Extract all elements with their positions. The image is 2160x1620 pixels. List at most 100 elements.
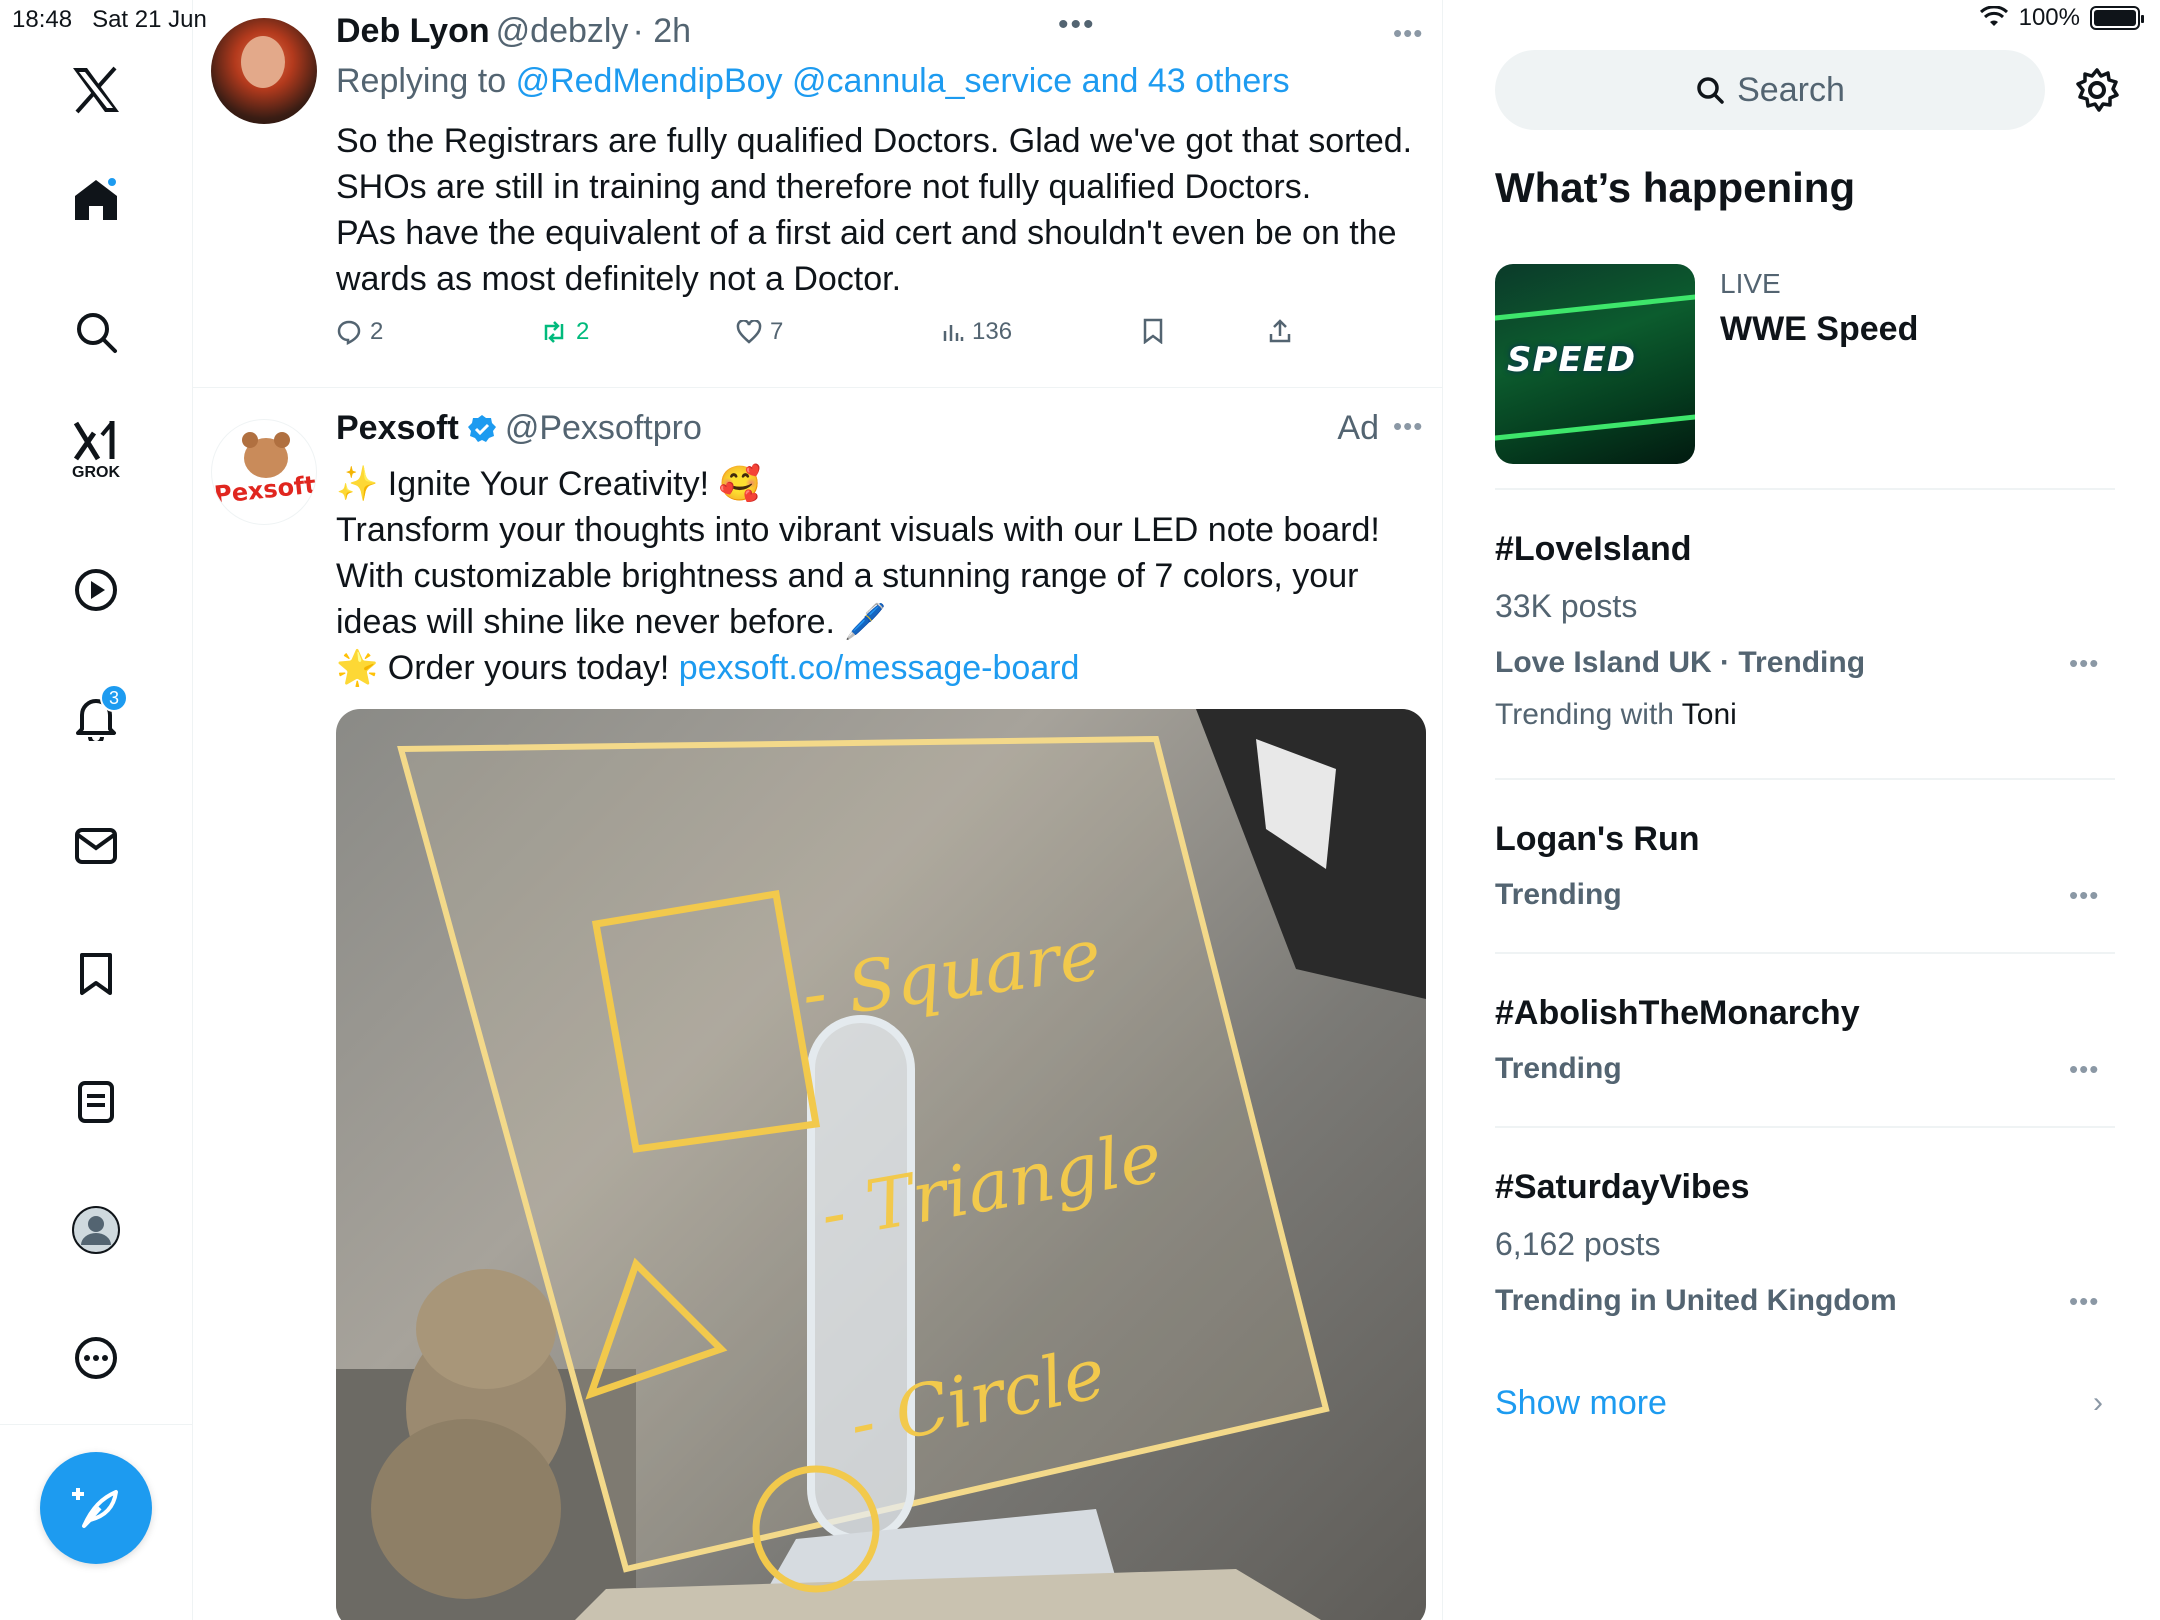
bear-mascot-icon (242, 432, 290, 478)
lists-icon[interactable] (66, 1072, 126, 1132)
grok-label: GROK (72, 464, 120, 481)
author-handle[interactable]: @debzly (496, 12, 629, 50)
gear-icon[interactable] (2073, 66, 2121, 114)
home-unread-dot (106, 176, 118, 188)
wwe-speed-logo: SPEED (1507, 340, 1637, 380)
pexsoft-logo: Pexsoft (212, 470, 317, 510)
tweet-time: · 2h (632, 12, 692, 50)
heart-icon (736, 320, 762, 344)
ad-label: Ad (1337, 409, 1379, 447)
tweet-text-line: ✨ Ignite Your Creativity! 🥰 (336, 465, 761, 503)
tweet-text-line: With customizable brightness and a stunn… (336, 557, 1359, 595)
trend-meta: Love Island UK · Trending (1495, 646, 1866, 679)
live-event-title[interactable]: WWE Speed (1720, 310, 1918, 349)
compose-feather-icon (72, 1488, 118, 1528)
wwe-speed-thumbnail[interactable]: SPEED (1495, 264, 1695, 464)
trend-meta: Trending (1495, 878, 1622, 911)
search-icon (1697, 77, 1724, 104)
bookmark-button[interactable] (1142, 318, 1164, 344)
bookmark-icon (1143, 318, 1163, 344)
tweet-header: Deb Lyon @debzly · 2h (336, 12, 691, 51)
trend-post-count: 6,162 posts (1495, 1226, 1661, 1262)
trend-more-icon[interactable]: ••• (2069, 1054, 2099, 1085)
home-icon[interactable] (66, 170, 126, 230)
trend-title[interactable]: #SaturdayVibes (1495, 1168, 1750, 1207)
search-bar[interactable]: Search (1495, 50, 2045, 130)
tweet-header: Pexsoft @Pexsoftpro (336, 409, 702, 448)
tweet-text: ✨ Ignite Your Creativity! 🥰 Transform yo… (336, 461, 1436, 691)
repost-count: 2 (576, 318, 590, 345)
replying-to-users[interactable]: @RedMendipBoy @cannula_service and 43 ot… (516, 62, 1290, 100)
notifications-bell-icon[interactable]: 3 (66, 684, 128, 748)
trend-more-icon[interactable]: ••• (2069, 1286, 2099, 1317)
author-handle[interactable]: @Pexsoftpro (505, 409, 702, 448)
search-placeholder: Search (1737, 70, 1845, 109)
author-name[interactable]: Deb Lyon (336, 12, 490, 50)
profile-avatar-icon[interactable] (66, 1200, 126, 1260)
tweet-actions: 2 2 7 136 (336, 318, 1336, 354)
tweet-text-line: So the Registrars are fully qualified Do… (336, 122, 1413, 160)
views-button[interactable]: 136 (942, 318, 1012, 346)
advertiser-avatar[interactable]: Pexsoft (211, 419, 317, 525)
messages-envelope-icon[interactable] (66, 816, 126, 876)
video-icon[interactable] (66, 560, 126, 620)
divider (1495, 952, 2115, 954)
trend-title[interactable]: #AbolishTheMonarchy (1495, 994, 1860, 1033)
trend-title[interactable]: Logan's Run (1495, 820, 1700, 859)
like-button[interactable]: 7 (736, 318, 783, 346)
trend-title[interactable]: #LoveIsland (1495, 530, 1692, 569)
trend-more-icon[interactable]: ••• (2069, 648, 2099, 679)
divider (1495, 488, 2115, 490)
share-icon (1269, 319, 1291, 343)
divider (1495, 1126, 2115, 1128)
trend-more-icon[interactable]: ••• (2069, 880, 2099, 911)
tweet-text: So the Registrars are fully qualified Do… (336, 118, 1436, 302)
replying-to: Replying to @RedMendipBoy @cannula_servi… (336, 62, 1290, 101)
trend-with-prefix: Trending with (1495, 698, 1674, 731)
divider (1495, 778, 2115, 780)
trend-meta: Trending in United Kingdom (1495, 1284, 1897, 1317)
side-nav: GROK 3 (0, 0, 193, 1620)
notifications-badge: 3 (100, 684, 128, 712)
repost-icon (544, 321, 564, 343)
replying-prefix: Replying to (336, 62, 507, 100)
compose-post-button[interactable] (40, 1452, 152, 1564)
live-label: LIVE (1720, 268, 1781, 299)
right-sidebar: Search What’s happening SPEED LIVE WWE S… (1443, 0, 2160, 1620)
reply-icon (337, 320, 361, 345)
tweet-pexsoft-ad[interactable]: Pexsoft Pexsoft @Pexsoftpro Ad ••• ✨ Ign… (193, 389, 1442, 1620)
view-count: 136 (972, 318, 1013, 345)
tweet-text-line: SHOs are still in training and therefore… (336, 168, 1312, 206)
tweet-text-line: ideas will shine like never before. 🖊️ (336, 603, 887, 641)
trend-with-name[interactable]: Toni (1682, 698, 1737, 731)
bookmarks-icon[interactable] (66, 944, 126, 1004)
tweet-deb-lyon[interactable]: Deb Lyon @debzly · 2h ••• Replying to @Red… (193, 0, 1442, 388)
verified-badge-icon (467, 414, 496, 442)
trend-post-count: 33K posts (1495, 588, 1638, 624)
trend-with: Trending with Toni (1495, 698, 1737, 732)
show-more-link[interactable]: Show more (1495, 1384, 1667, 1423)
order-text: 🌟 Order yours today! (336, 649, 670, 687)
tweet-text-line: Transform your thoughts into vibrant vis… (336, 511, 1380, 549)
tweet-more-icon[interactable]: ••• (1393, 18, 1423, 49)
share-button[interactable] (1268, 318, 1292, 344)
whats-happening-heading: What’s happening (1495, 164, 1856, 211)
trend-meta: Trending (1495, 1052, 1622, 1085)
tweet-more-icon[interactable]: ••• (1393, 411, 1423, 442)
repost-button[interactable]: 2 (540, 318, 589, 346)
ad-media-image[interactable]: - Square - Triangle - Circle (336, 709, 1426, 1620)
timeline: Deb Lyon @debzly · 2h ••• Replying to @Red… (193, 0, 1443, 1620)
views-chart-icon (943, 325, 964, 341)
user-avatar[interactable] (211, 18, 317, 124)
grok-icon[interactable]: GROK (66, 420, 126, 481)
reply-button[interactable]: 2 (336, 318, 383, 346)
chevron-right-icon[interactable]: › (2093, 1386, 2103, 1420)
author-name[interactable]: Pexsoft (336, 409, 459, 448)
more-options-icon[interactable] (66, 1328, 126, 1388)
led-board-illustration: - Square - Triangle - Circle (336, 709, 1426, 1620)
nav-divider (0, 1424, 193, 1425)
x-logo-icon[interactable] (66, 60, 126, 120)
ad-link[interactable]: pexsoft.co/message-board (679, 649, 1080, 687)
like-count: 7 (770, 318, 784, 345)
search-icon[interactable] (66, 302, 126, 362)
